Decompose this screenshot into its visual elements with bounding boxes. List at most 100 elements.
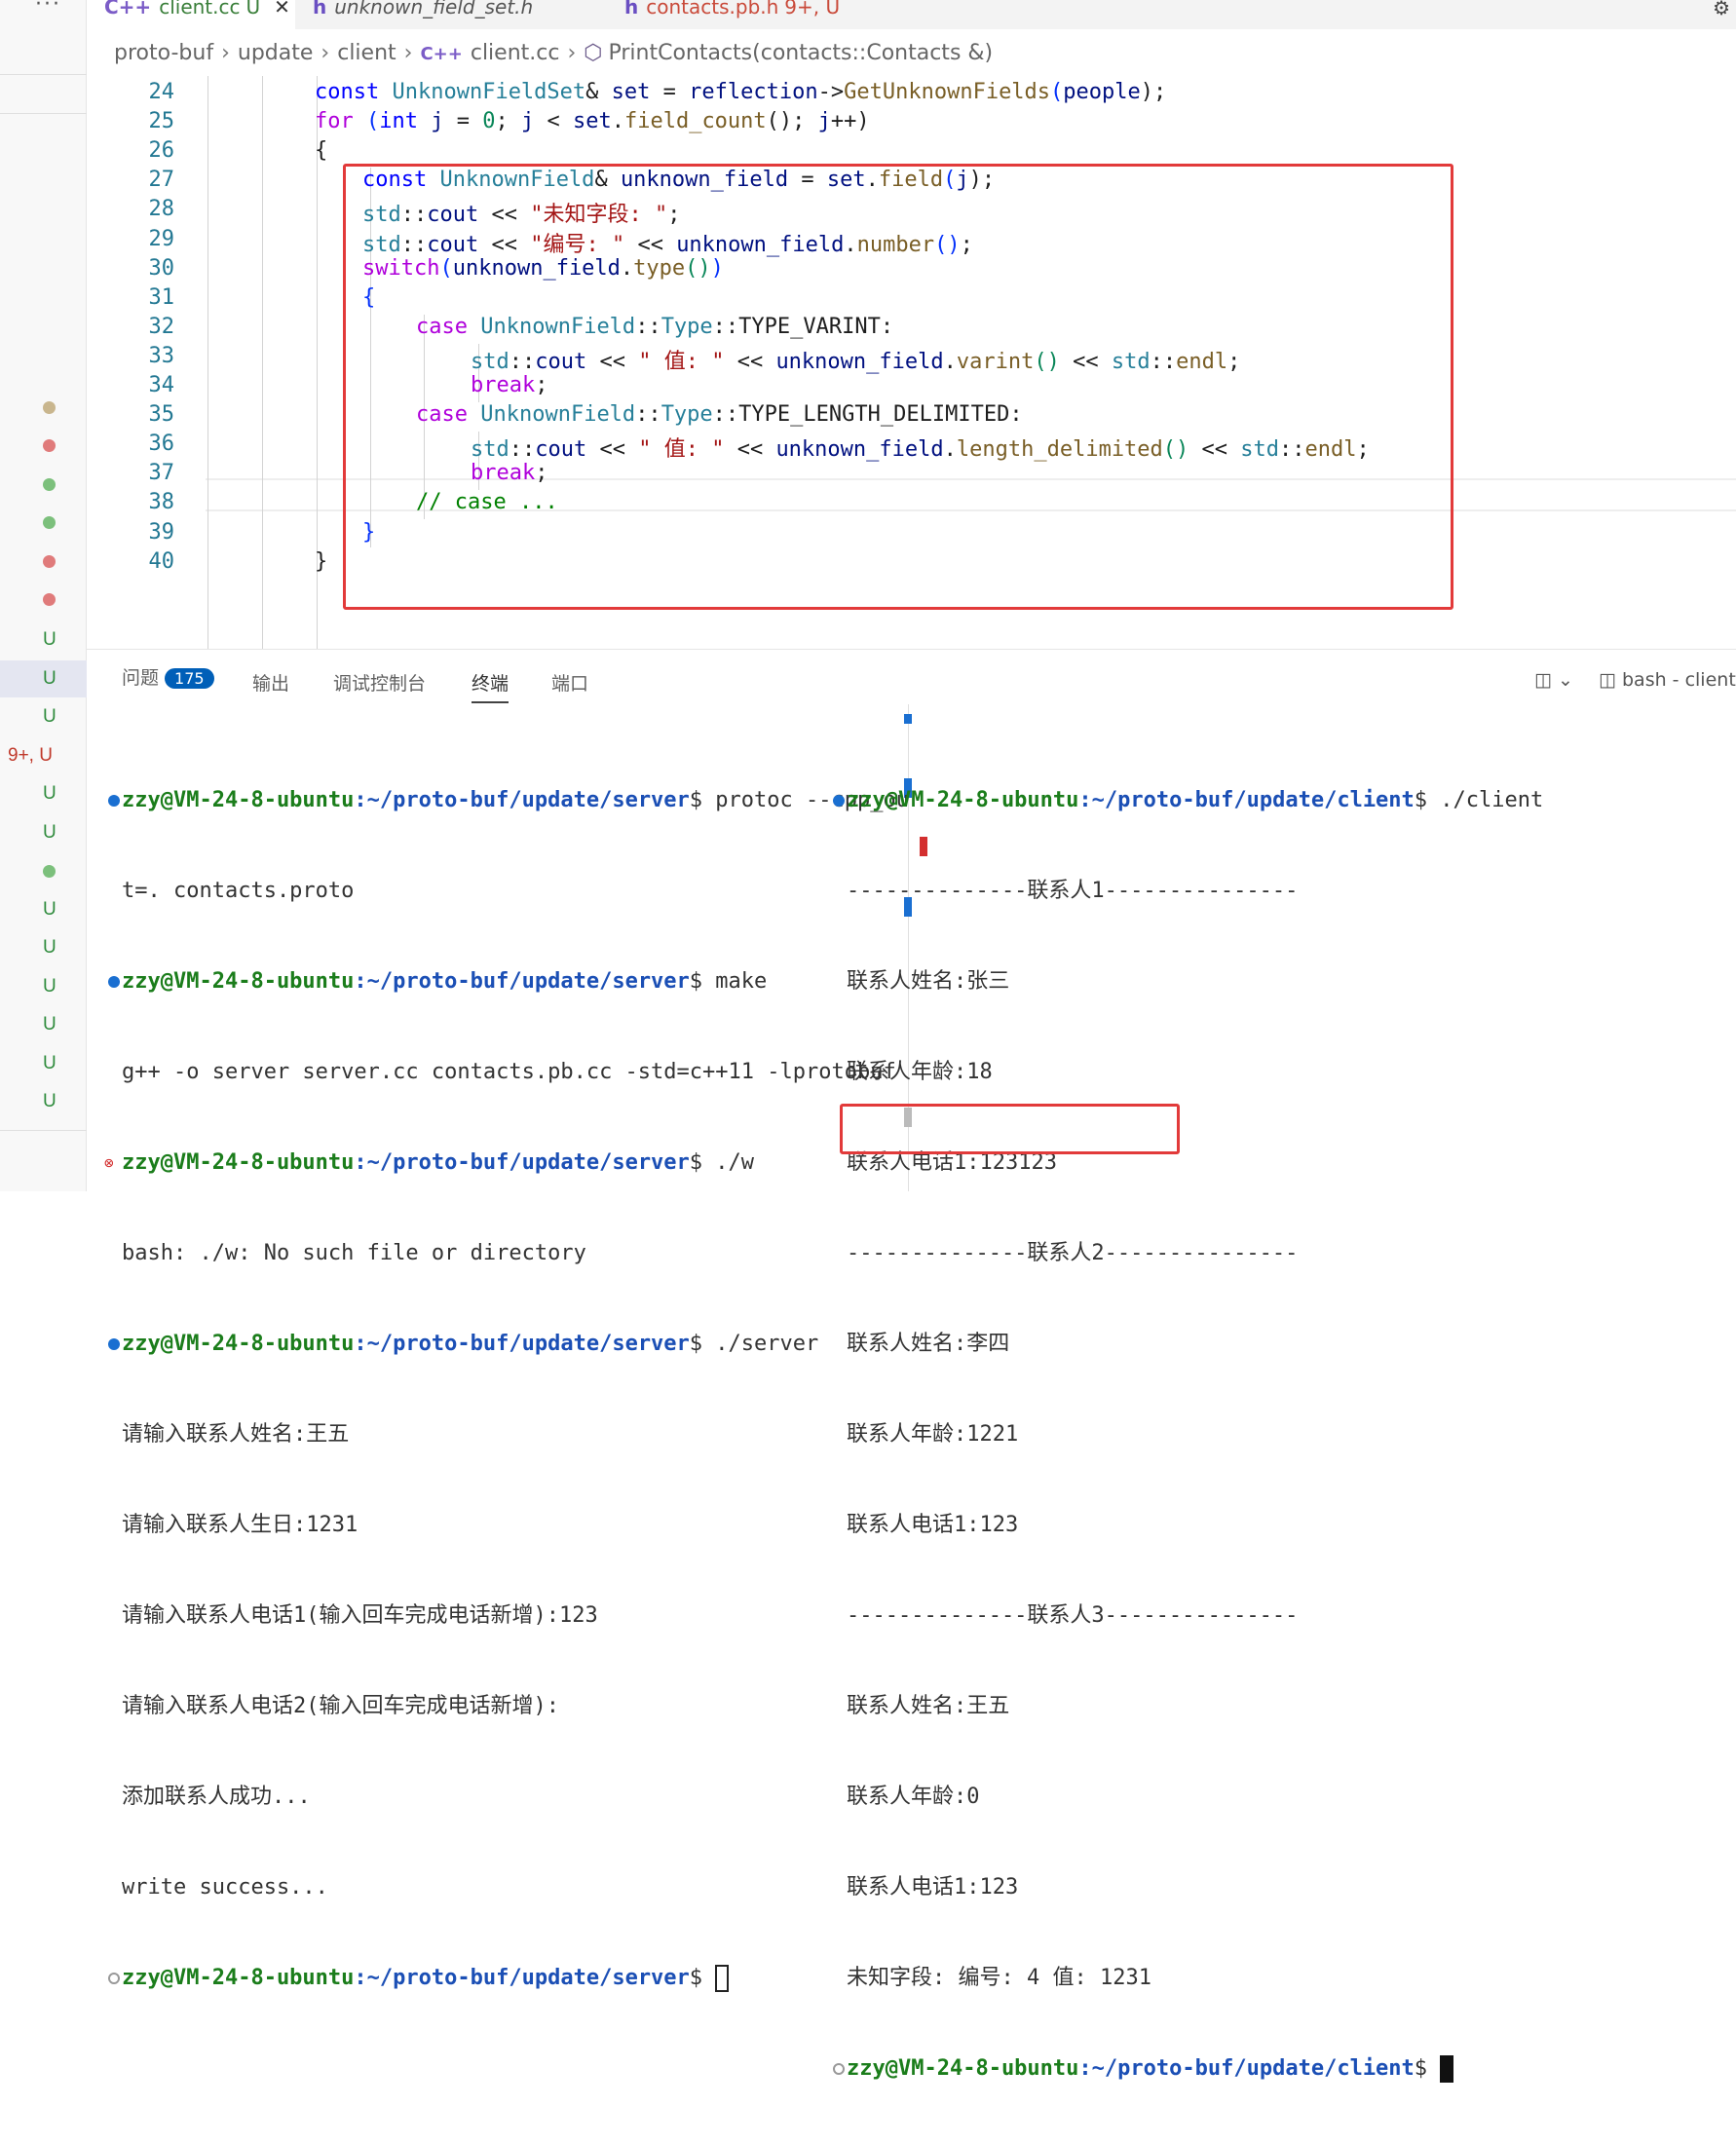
deleted-dot-icon xyxy=(43,439,56,452)
tab-label: unknown_field_set.h xyxy=(334,0,534,19)
untracked-label: U xyxy=(43,783,57,804)
indent-guide xyxy=(262,76,263,649)
split-terminal-icon[interactable]: ◫ ⌄ xyxy=(1534,669,1573,691)
tab-client-cc[interactable]: C++ client.cc U ✕ xyxy=(87,0,295,29)
tab-unknown-field-set-h[interactable]: h unknown_field_set.h xyxy=(295,0,607,29)
terminal-line: 联系人年龄:0 xyxy=(847,1785,980,1809)
line-number: 24 xyxy=(148,80,175,104)
more-icon[interactable]: ··· xyxy=(35,0,61,17)
terminal-line: g++ -o server server.cc contacts.pb.cc -… xyxy=(122,1060,896,1084)
breadcrumb-item[interactable]: client.cc xyxy=(471,41,560,65)
terminal-line: --------------联系人2--------------- xyxy=(847,1241,1299,1265)
editor-tabs: C++ client.cc U ✕ h unknown_field_set.h h con… xyxy=(87,0,1736,29)
terminal-line: 请输入联系人电话2(输入回车完成电话新增): xyxy=(122,1694,559,1718)
error-icon: ⊗ xyxy=(104,1153,114,1172)
untracked-label: U xyxy=(43,822,57,843)
terminal-line: --------------联系人3--------------- xyxy=(847,1603,1299,1628)
terminal-line: bash: ./w: No such file or directory xyxy=(122,1241,586,1265)
prompt: zzy@VM-24-8-ubuntu:~/proto-buf/update/se… xyxy=(122,788,690,812)
line-number: 33 xyxy=(148,344,175,368)
prompt: zzy@VM-24-8-ubuntu:~/proto-buf/update/cl… xyxy=(847,2056,1415,2081)
modified-dot-icon xyxy=(43,401,56,414)
untracked-label: U xyxy=(43,1091,57,1111)
tab-ports[interactable]: 端口 xyxy=(551,669,588,696)
terminal-line: 联系人年龄:18 xyxy=(847,1060,993,1084)
line-number: 39 xyxy=(148,520,175,545)
line-number: 34 xyxy=(148,373,175,397)
line-number: 29 xyxy=(148,227,175,251)
tab-status: 9+, U xyxy=(784,0,841,19)
breadcrumb-item[interactable]: PrintContacts(contacts::Contacts &) xyxy=(608,41,993,65)
debug-gear-icon[interactable]: ⚙ xyxy=(1713,0,1730,19)
untracked-label: U xyxy=(43,668,57,689)
terminal-line: 添加联系人成功... xyxy=(122,1785,311,1809)
highlight-box xyxy=(840,1104,1180,1154)
terminal-line: 联系人姓名:李四 xyxy=(847,1332,1010,1356)
panel-tabs: 问题 175 输出 调试控制台 终端 端口 ◫ ⌄ ◫ bash - client xyxy=(87,650,1736,703)
prompt: zzy@VM-24-8-ubuntu:~/proto-buf/update/se… xyxy=(122,1966,690,1990)
terminal-line: zzy@VM-24-8-ubuntu:~/proto-buf/update/se… xyxy=(108,1963,901,1993)
terminal-line: zzy@VM-24-8-ubuntu:~/proto-buf/update/se… xyxy=(108,1329,901,1359)
code-editor[interactable]: 24 25 26 27 28 29 30 31 32 33 34 35 36 3… xyxy=(87,76,1736,649)
cpp-file-icon: C++ xyxy=(104,0,152,19)
terminal-client[interactable]: zzy@VM-24-8-ubuntu:~/proto-buf/update/cl… xyxy=(833,725,1723,2144)
highlight-box xyxy=(343,164,1453,610)
terminal-line: 联系人年龄:1221 xyxy=(847,1422,1019,1447)
scroll-marker xyxy=(904,714,912,724)
line-number: 25 xyxy=(148,109,175,133)
chevron-right-icon: › xyxy=(403,41,413,65)
untracked-label: U xyxy=(43,1014,57,1034)
breadcrumb-item[interactable]: update xyxy=(238,41,314,65)
terminal-line: zzy@VM-24-8-ubuntu:~/proto-buf/update/se… xyxy=(108,966,901,997)
line-number: 36 xyxy=(148,432,175,456)
prompt: zzy@VM-24-8-ubuntu:~/proto-buf/update/se… xyxy=(122,969,690,994)
breadcrumb-item[interactable]: proto-buf xyxy=(114,41,213,65)
close-icon[interactable]: ✕ xyxy=(274,0,290,19)
line-number: 35 xyxy=(148,402,175,427)
line-number: 30 xyxy=(148,256,175,281)
terminal-line: 未知字段: 编号: 4 值: 1231 xyxy=(847,1966,1151,1990)
tab-output[interactable]: 输出 xyxy=(252,669,289,696)
success-dot-icon xyxy=(108,1338,120,1350)
gutter-divider xyxy=(0,1130,87,1131)
terminal-icon: ◫ xyxy=(1599,669,1622,691)
tab-problems[interactable]: 问题 175 xyxy=(122,663,214,690)
terminal-selector[interactable]: ◫ bash - client xyxy=(1599,669,1736,691)
terminal-line: ⊗ zzy@VM-24-8-ubuntu:~/proto-buf/update/s… xyxy=(104,1147,901,1178)
header-file-icon: h xyxy=(313,0,327,19)
success-dot-icon xyxy=(108,976,120,988)
gutter-divider xyxy=(0,74,87,75)
chevron-right-icon: › xyxy=(321,41,330,65)
added-dot-icon xyxy=(43,865,56,878)
terminal-server[interactable]: zzy@VM-24-8-ubuntu:~/proto-buf/update/se… xyxy=(104,725,909,2053)
problems-label: 9+, U xyxy=(8,745,53,766)
deleted-dot-icon xyxy=(43,555,56,568)
tab-contacts-pb-h[interactable]: h contacts.pb.h 9+, U xyxy=(607,0,928,29)
tab-debug-console[interactable]: 调试控制台 xyxy=(333,669,426,696)
problems-count-badge: 175 xyxy=(165,668,214,689)
terminal-line: --------------联系人1--------------- xyxy=(847,879,1299,903)
line-number: 32 xyxy=(148,315,175,339)
line-number: 37 xyxy=(148,461,175,485)
terminal-line: zzy@VM-24-8-ubuntu:~/proto-buf/update/se… xyxy=(108,785,909,815)
prompt: zzy@VM-24-8-ubuntu:~/proto-buf/update/cl… xyxy=(847,788,1415,812)
tab-terminal[interactable]: 终端 xyxy=(472,669,509,703)
terminal-line: t=. contacts.proto xyxy=(122,879,355,903)
terminal-line: zzy@VM-24-8-ubuntu:~/proto-buf/update/cl… xyxy=(833,785,1723,815)
cpp-file-icon: C++ xyxy=(420,44,463,64)
chevron-right-icon: › xyxy=(221,41,230,65)
code-line-24: const UnknownFieldSet& set = reflection-… xyxy=(315,80,1167,104)
untracked-label: U xyxy=(43,1053,57,1073)
tab-status: U xyxy=(245,0,261,19)
terminal-line: 联系人电话1:123 xyxy=(847,1513,1019,1537)
terminal-line: 联系人电话1:123 xyxy=(847,1875,1019,1900)
untracked-label: U xyxy=(43,899,57,920)
tab-label: contacts.pb.h xyxy=(646,0,779,19)
line-number: 38 xyxy=(148,490,175,514)
line-number: 31 xyxy=(148,285,175,310)
tab-label: client.cc xyxy=(159,0,241,19)
breadcrumb-item[interactable]: client xyxy=(337,41,396,65)
untracked-label: U xyxy=(43,976,57,997)
chevron-right-icon: › xyxy=(567,41,577,65)
prompt: zzy@VM-24-8-ubuntu:~/proto-buf/update/se… xyxy=(122,1150,690,1175)
